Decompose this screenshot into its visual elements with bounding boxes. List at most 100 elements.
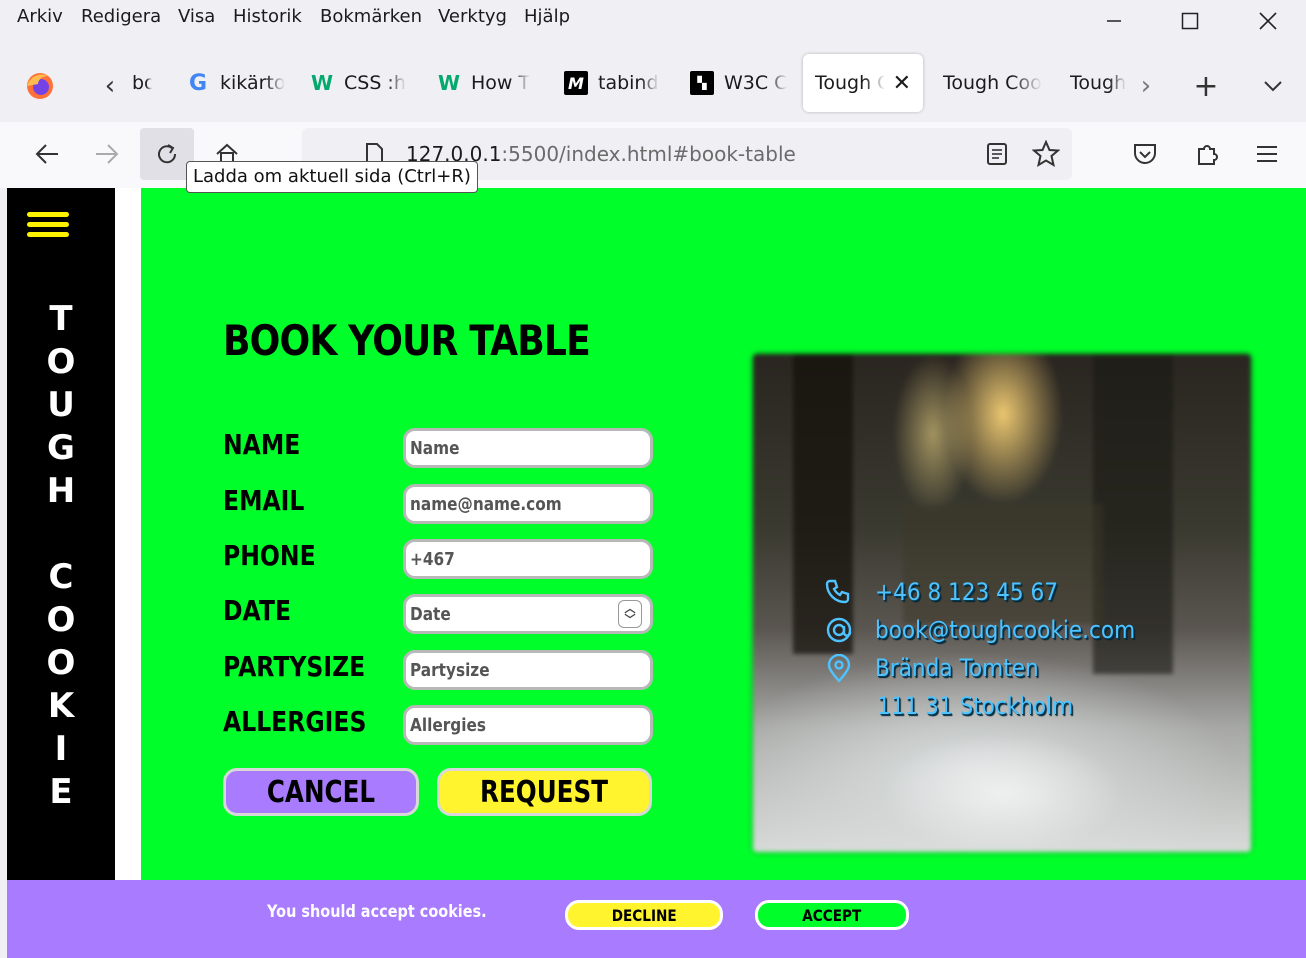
tab-label: Tough xyxy=(1070,72,1127,94)
menu-visa[interactable]: Visa xyxy=(178,6,215,27)
menu-redigera[interactable]: Redigera xyxy=(81,6,161,27)
email-at-icon xyxy=(825,616,853,650)
menu-hjalp[interactable]: Hjälp xyxy=(524,6,570,27)
tab-scroll-left-icon[interactable]: ‹ xyxy=(96,68,124,104)
contact-phone[interactable]: +46 8 123 45 67 xyxy=(875,578,1058,606)
date-input[interactable]: Date ︿ ﹀ xyxy=(403,594,653,634)
input-placeholder: +467 xyxy=(410,548,455,570)
w3schools-icon: W xyxy=(437,71,461,95)
minimize-icon[interactable] xyxy=(1094,6,1134,36)
menu-verktyg[interactable]: Verktyg xyxy=(438,6,507,27)
tab-css[interactable]: W CSS :h xyxy=(310,54,410,112)
date-spinner-icon[interactable]: ︿ ﹀ xyxy=(618,600,642,628)
tab-label: bo xyxy=(132,72,152,94)
menu-bokmarken[interactable]: Bokmärken xyxy=(320,6,422,27)
tab-label: tabind xyxy=(598,72,659,94)
page-content: TOUGHCOOKIE BOOK YOUR TABLE NAME Name EMAI… xyxy=(7,188,1306,958)
email-input[interactable]: name@name.com xyxy=(403,484,653,524)
tab-label: Tough C xyxy=(815,72,885,94)
menu-historik[interactable]: Historik xyxy=(233,6,302,27)
logo-letter: C xyxy=(48,557,74,597)
tab-bo[interactable]: bo xyxy=(132,54,152,112)
logo-letter: T xyxy=(49,299,73,339)
decline-label: DECLINE xyxy=(611,905,677,925)
allergies-input[interactable]: Allergies xyxy=(403,705,653,745)
cancel-button[interactable]: CANCEL xyxy=(223,768,419,816)
hamburger-menu-icon[interactable] xyxy=(27,212,69,242)
tab-kikarto[interactable]: G kikärto xyxy=(186,54,286,112)
tab-tough-cookie[interactable]: Tough Coo xyxy=(943,54,1043,112)
app-menu-icon[interactable] xyxy=(1240,128,1294,180)
tab-scroll-right-icon[interactable]: › xyxy=(1134,68,1158,104)
field-label-phone: PHONE xyxy=(223,539,316,572)
w3schools-icon: W xyxy=(310,71,334,95)
phone-icon xyxy=(825,578,851,610)
tab-bar: ‹ bo G kikärto W CSS :h W How T M tabind… xyxy=(0,44,1306,124)
partysize-input[interactable]: Partysize xyxy=(403,650,653,690)
tab-tabindex[interactable]: M tabind xyxy=(564,54,664,112)
site-logo[interactable]: TOUGHCOOKIE xyxy=(7,298,115,814)
logo-letter: O xyxy=(46,342,76,382)
browser-window: Arkiv Redigera Visa Historik Bokmärken V… xyxy=(0,0,1306,958)
logo-letter: O xyxy=(46,643,76,683)
field-label-date: DATE xyxy=(223,594,292,627)
input-placeholder: Name xyxy=(410,437,460,459)
pocket-icon[interactable] xyxy=(1118,128,1172,180)
tab-label: Tough Coo xyxy=(943,72,1042,94)
tab-tough[interactable]: Tough xyxy=(1070,54,1130,112)
w3c-icon: ▚ xyxy=(690,71,714,95)
logo-letter xyxy=(7,513,115,556)
extensions-icon[interactable] xyxy=(1180,128,1234,180)
cookie-banner: You should accept cookies. DECLINE ACCEP… xyxy=(7,880,1306,958)
request-button[interactable]: REQUEST xyxy=(437,768,652,816)
menubar: Arkiv Redigera Visa Historik Bokmärken V… xyxy=(0,0,1306,40)
logo-letter: O xyxy=(46,600,76,640)
contact-address-line2: 111 31 Stockholm xyxy=(877,692,1074,720)
bookmark-star-icon[interactable] xyxy=(1031,139,1061,172)
forward-icon[interactable] xyxy=(80,128,134,180)
phone-input[interactable]: +467 xyxy=(403,539,653,579)
input-placeholder: Date xyxy=(410,603,451,625)
name-input[interactable]: Name xyxy=(403,428,653,468)
tab-close-icon[interactable]: ✕ xyxy=(893,71,911,96)
firefox-icon[interactable] xyxy=(22,68,58,104)
page-title: BOOK YOUR TABLE xyxy=(223,316,591,365)
decline-cookies-button[interactable]: DECLINE xyxy=(565,900,723,930)
new-tab-icon[interactable]: + xyxy=(1190,68,1222,104)
field-label-partysize: PARTYSIZE xyxy=(223,650,366,683)
tab-tough-active[interactable]: Tough C ✕ xyxy=(803,54,923,112)
reload-tooltip: Ladda om aktuell sida (Ctrl+R) xyxy=(186,161,478,193)
logo-letter: K xyxy=(47,686,75,726)
logo-letter: I xyxy=(54,729,68,769)
tab-label: W3C C xyxy=(724,72,788,94)
field-label-email: EMAIL xyxy=(223,484,305,517)
accept-cookies-button[interactable]: ACCEPT xyxy=(755,900,909,930)
location-pin-icon xyxy=(825,653,853,690)
cancel-button-label: CANCEL xyxy=(266,774,376,810)
input-placeholder: name@name.com xyxy=(410,493,562,515)
contact-address-line1: Brända Tomten xyxy=(875,654,1039,682)
tab-w3c[interactable]: ▚ W3C C xyxy=(690,54,790,112)
url-path: :5500/index.html#book-table xyxy=(501,142,796,166)
list-tabs-icon[interactable] xyxy=(1258,68,1288,104)
input-placeholder: Allergies xyxy=(410,714,486,736)
reader-view-icon[interactable] xyxy=(986,142,1008,170)
accept-label: ACCEPT xyxy=(802,905,862,925)
cookie-text: You should accept cookies. xyxy=(267,902,487,922)
field-label-allergies: ALLERGIES xyxy=(223,705,367,738)
tab-label: kikärto xyxy=(220,72,286,94)
tab-label: How T xyxy=(471,72,531,94)
tab-how[interactable]: W How T xyxy=(437,54,537,112)
logo-letter: U xyxy=(47,385,75,425)
sidebar-divider xyxy=(115,188,141,888)
menu-arkiv[interactable]: Arkiv xyxy=(17,6,63,27)
google-icon: G xyxy=(188,70,208,96)
logo-letter: E xyxy=(49,772,73,812)
sidebar: TOUGHCOOKIE xyxy=(7,188,115,888)
contact-email[interactable]: book@toughcookie.com xyxy=(875,616,1135,644)
window-close-icon[interactable] xyxy=(1248,6,1288,36)
maximize-icon[interactable] xyxy=(1170,6,1210,36)
input-placeholder: Partysize xyxy=(410,659,490,681)
back-icon[interactable] xyxy=(20,128,74,180)
tab-label: CSS :h xyxy=(344,72,406,94)
